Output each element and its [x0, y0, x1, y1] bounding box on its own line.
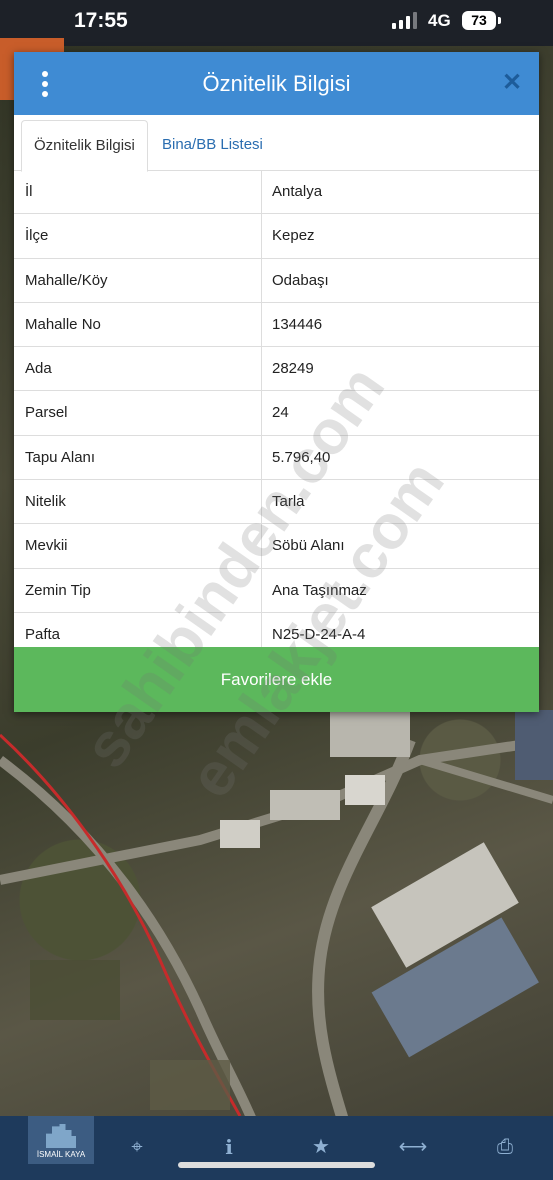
battery-icon: 73 [462, 11, 496, 30]
row-value: 28249 [272, 360, 314, 378]
close-icon[interactable]: ✕ [501, 70, 523, 96]
row-value: Ana Taşınmaz [272, 581, 367, 599]
row-key: Ada [25, 360, 52, 378]
row-value: 24 [272, 404, 289, 422]
row-key: Nitelik [25, 493, 66, 511]
table-row: Mevkii Söbü Alanı [14, 524, 539, 569]
status-bar: 17:55 4G 73 [0, 0, 553, 46]
row-value: Odabaşı [272, 271, 329, 289]
row-key: İl [25, 183, 33, 200]
row-value: Antalya [272, 183, 323, 200]
company-logo: İSMAİL KAYA [28, 1116, 94, 1164]
table-row: Nitelik Tarla [14, 480, 539, 525]
table-row: Ada 28249 [14, 347, 539, 392]
tab-attribute-info[interactable]: Öznitelik Bilgisi [21, 120, 148, 172]
battery-tip [498, 17, 501, 24]
modal-title: Öznitelik Bilgisi [202, 71, 351, 96]
table-row: Mahalle No 134446 [14, 302, 539, 348]
status-time: 17:55 [74, 9, 128, 32]
row-key: Zemin Tip [25, 581, 91, 599]
table-row: İl Antalya [14, 170, 539, 215]
table-row: Zemin Tip Ana Taşınmaz [14, 568, 539, 613]
row-value: Kepez [272, 227, 315, 245]
attribute-info-modal: Öznitelik Bilgisi ✕ Öznitelik Bilgisi Bi… [14, 52, 539, 712]
logo-text: İSMAİL KAYA [36, 1150, 86, 1159]
row-key: Mevkii [25, 537, 68, 555]
row-key: Parsel [25, 404, 68, 422]
info-icon[interactable]: i [214, 1134, 244, 1160]
measure-icon[interactable]: ⟷ [398, 1134, 428, 1160]
table-row: İlçe Kepez [14, 214, 539, 259]
row-value: 134446 [272, 315, 323, 333]
attribute-table: İl Antalya İlçe Kepez Mahalle/Köy Odabaşı M… [14, 170, 539, 658]
row-key: Tapu Alanı [25, 448, 96, 466]
add-favorites-button[interactable]: Favorilere ekle [14, 647, 539, 712]
print-icon[interactable]: ⎙ [490, 1134, 520, 1160]
row-value: Söbü Alanı [272, 537, 345, 555]
row-key: Mahalle/Köy [25, 271, 108, 289]
home-indicator[interactable] [178, 1162, 375, 1168]
network-label: 4G [428, 11, 451, 30]
table-row: Tapu Alanı 5.796,40 [14, 435, 539, 481]
row-key: İlçe [25, 227, 49, 245]
modal-header: Öznitelik Bilgisi ✕ [14, 52, 539, 115]
crosshair-icon[interactable]: ⌖ [122, 1134, 152, 1160]
row-value: 5.796,40 [272, 448, 331, 466]
row-value: Tarla [272, 493, 305, 511]
row-key: Mahalle No [25, 315, 101, 333]
signal-icon [392, 12, 417, 29]
star-icon[interactable]: ★ [306, 1134, 336, 1160]
table-row: Mahalle/Köy Odabaşı [14, 258, 539, 303]
tab-bar: Öznitelik Bilgisi Bina/BB Listesi [14, 115, 539, 172]
bottom-toolbar: İSMAİL KAYA ⌖ i ★ ⟷ ⎙ [0, 1116, 553, 1180]
table-row: Parsel 24 [14, 391, 539, 436]
tab-building-list[interactable]: Bina/BB Listesi [150, 120, 275, 170]
